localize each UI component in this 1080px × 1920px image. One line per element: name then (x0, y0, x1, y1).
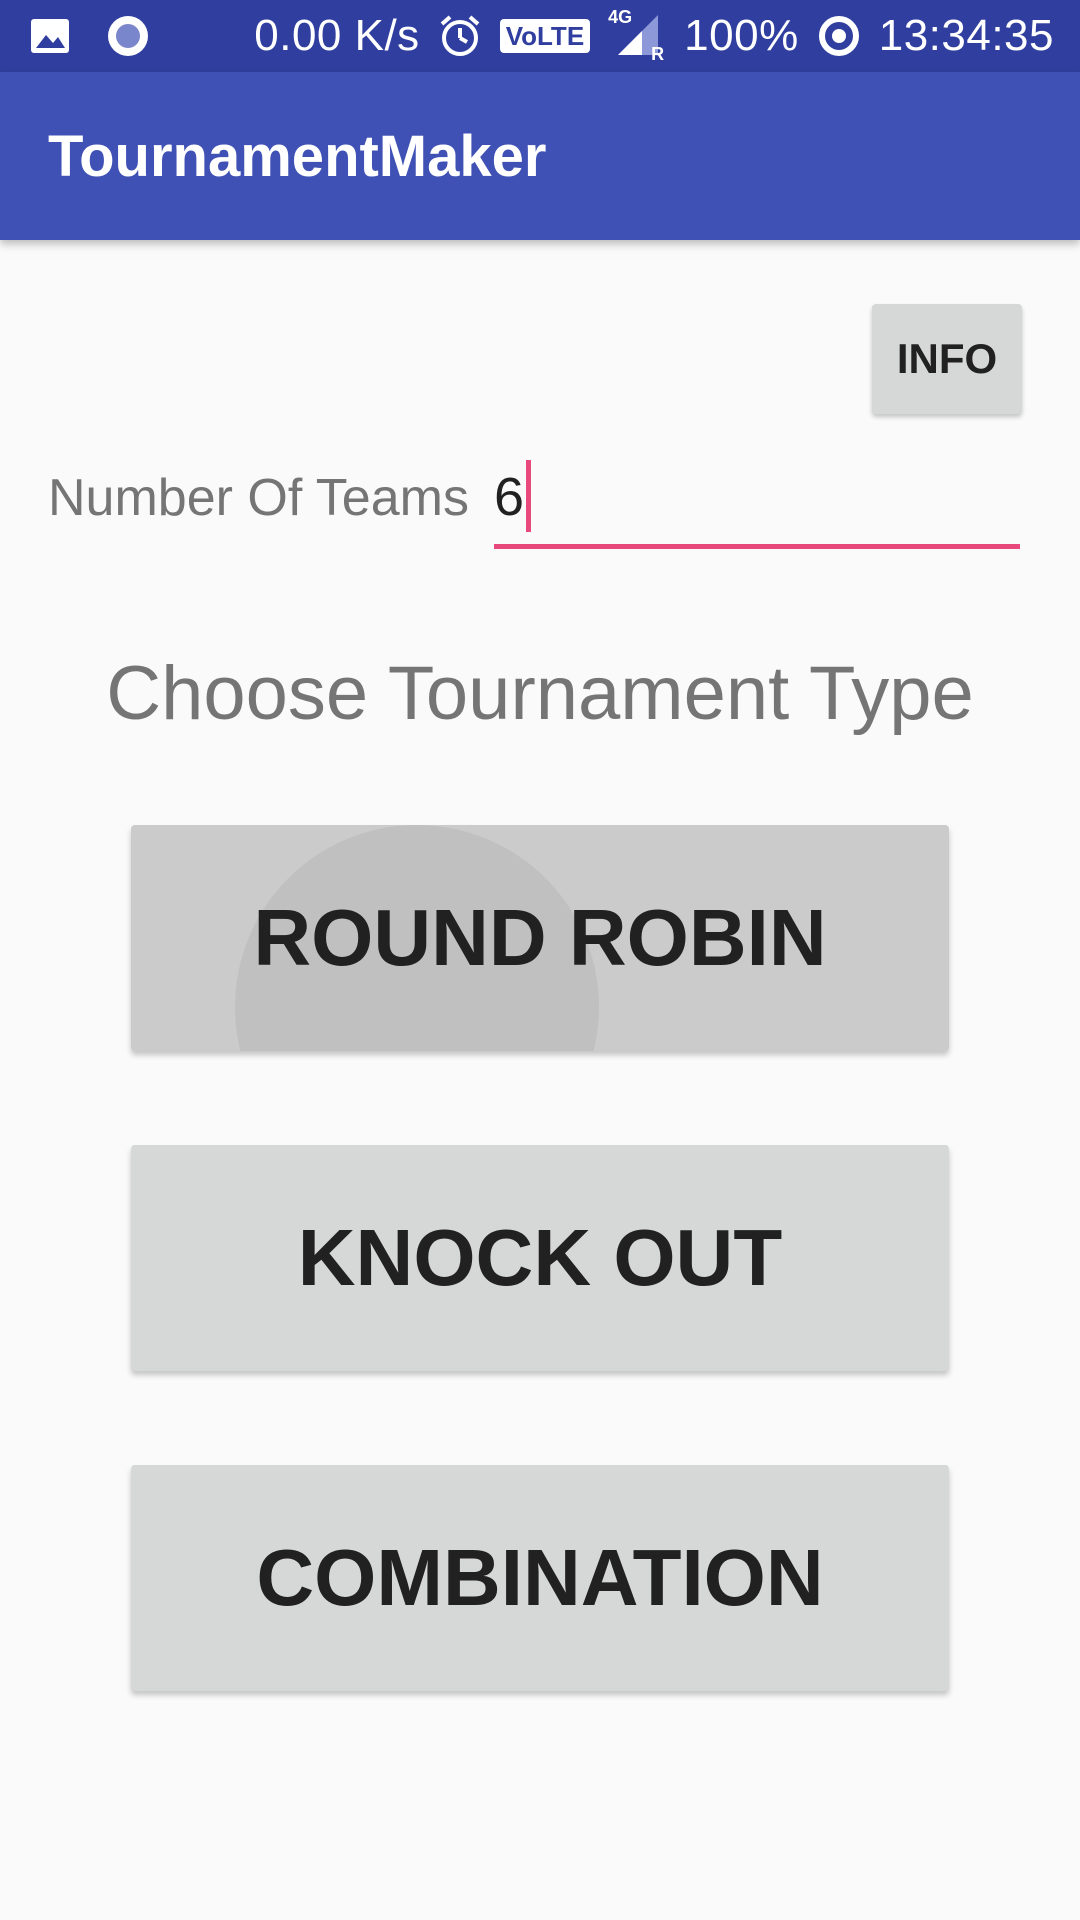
network-type: 4G (608, 7, 633, 27)
battery-ring-icon (817, 14, 861, 58)
teams-label: Number Of Teams (48, 469, 469, 527)
section-title: Choose Tournament Type (106, 651, 974, 736)
app-bar: TournamentMaker (0, 72, 1080, 240)
roaming-indicator: R (651, 44, 665, 64)
combination-label: COMBINATION (256, 1533, 824, 1622)
round-robin-button[interactable]: ROUND ROBIN (131, 825, 949, 1051)
knock-out-button[interactable]: KNOCK OUT (131, 1145, 949, 1371)
battery-percent: 100% (684, 11, 799, 60)
combination-button[interactable]: COMBINATION (131, 1465, 949, 1691)
record-icon (106, 14, 150, 58)
knock-out-label: KNOCK OUT (297, 1213, 783, 1302)
alarm-icon (438, 14, 482, 58)
gallery-icon (30, 18, 70, 54)
text-cursor (526, 460, 531, 532)
app-title: TournamentMaker (48, 123, 547, 189)
teams-input[interactable]: 6 (494, 460, 1020, 549)
clock: 13:34:35 (878, 11, 1054, 60)
signal-icon: 4G R (608, 7, 666, 64)
net-speed: 0.00 K/s (254, 11, 420, 60)
round-robin-label: ROUND ROBIN (253, 893, 827, 982)
status-bar: 0.00 K/s VoLTE 4G R 100% 13:34:35 (0, 0, 1080, 72)
info-button[interactable]: INFO (872, 304, 1022, 414)
volte-badge: VoLTE (499, 19, 591, 53)
teams-value: 6 (494, 467, 525, 527)
